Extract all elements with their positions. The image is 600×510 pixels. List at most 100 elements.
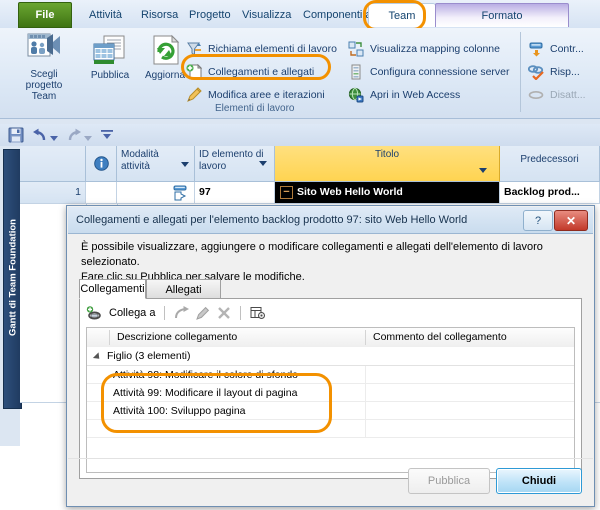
close-icon: ✕ bbox=[565, 213, 577, 228]
undo-icon[interactable] bbox=[32, 127, 48, 143]
configura-connessione-server-command[interactable]: Configura connessione server bbox=[348, 63, 510, 81]
scegli-progetto-team-label: Scegli progetto Team bbox=[25, 69, 63, 102]
scegli-progetto-team-button[interactable]: Scegli progetto Team bbox=[8, 32, 80, 102]
header-commento-del-collegamento[interactable]: Commento del collegamento bbox=[367, 328, 572, 347]
list-item[interactable]: Attività 100: Sviluppo pagina bbox=[87, 402, 574, 420]
tab-risorsa[interactable]: Risorsa bbox=[134, 4, 185, 26]
risp-command[interactable]: Risp... bbox=[528, 63, 580, 81]
tab-visualizza[interactable]: Visualizza bbox=[235, 4, 298, 26]
tab-formato-label: Formato bbox=[481, 9, 523, 22]
links-attachments-icon bbox=[186, 64, 202, 80]
disable-icon bbox=[528, 87, 544, 103]
contr-command[interactable]: Contr... bbox=[528, 40, 584, 58]
customize-qat-icon[interactable] bbox=[100, 127, 114, 143]
redo-icon[interactable] bbox=[66, 127, 82, 143]
modifica-aree-e-iterazioni-label: Modifica aree e iterazioni bbox=[208, 89, 325, 101]
side-tab-label: Gantt di Team Foundation bbox=[7, 219, 18, 336]
row-titolo-cell[interactable]: − Sito Web Hello World bbox=[275, 182, 500, 204]
cell-divider bbox=[365, 402, 366, 420]
tab-allegati[interactable]: Allegati bbox=[146, 279, 221, 299]
expand-triangle-icon[interactable] bbox=[92, 352, 103, 362]
tab-collegamenti[interactable]: Collegamenti bbox=[79, 279, 146, 299]
undo-dropdown-icon[interactable] bbox=[50, 132, 58, 144]
help-button[interactable]: ? bbox=[523, 210, 553, 231]
richiama-elementi-di-lavoro-command[interactable]: Richiama elementi di lavoro bbox=[186, 40, 337, 58]
row-modalita-attivita-cell[interactable] bbox=[117, 182, 195, 204]
column-options-icon[interactable] bbox=[250, 306, 266, 320]
modifica-aree-e-iterazioni-command[interactable]: Modifica aree e iterazioni bbox=[186, 86, 325, 104]
risp-label: Risp... bbox=[550, 66, 580, 78]
tab-visualizza-label: Visualizza bbox=[242, 9, 292, 21]
links-list-header: Descrizione collegamento Commento del co… bbox=[87, 328, 574, 348]
ribbon-group-label: Elementi di lavoro bbox=[215, 103, 295, 114]
cell-divider bbox=[365, 384, 366, 402]
row-id-elemento-cell[interactable]: 97 bbox=[195, 182, 275, 204]
visualizza-mapping-colonne-command[interactable]: Visualizza mapping colonne bbox=[348, 40, 500, 58]
collega-a-label[interactable]: Collega a bbox=[109, 307, 155, 319]
collapse-toggle-icon[interactable]: − bbox=[280, 186, 293, 199]
grid-header-modalita-attivita-label: Modalità attività bbox=[121, 149, 159, 172]
header-divider bbox=[365, 330, 366, 345]
pubblica-button-label: Pubblica bbox=[427, 475, 471, 487]
tab-allegati-label: Allegati bbox=[165, 283, 202, 296]
refresh-icon bbox=[148, 34, 182, 68]
dialog-footer-divider bbox=[68, 458, 593, 459]
dialog-description-line1: È possibile visualizzare, aggiungere o m… bbox=[81, 241, 543, 268]
tab-risorsa-label: Risorsa bbox=[141, 9, 179, 21]
collegamenti-e-allegati-command[interactable]: Collegamenti e allegati bbox=[186, 63, 314, 81]
list-item[interactable]: Attività 98: Modificare il colore di sfo… bbox=[87, 366, 574, 384]
configura-connessione-server-label: Configura connessione server bbox=[370, 66, 510, 78]
toolbar-separator bbox=[240, 306, 242, 320]
header-descrizione-collegamento[interactable]: Descrizione collegamento bbox=[111, 328, 365, 347]
pubblica-button[interactable]: Pubblica bbox=[85, 34, 135, 81]
add-link-icon[interactable] bbox=[86, 305, 103, 321]
redo-dropdown-icon[interactable] bbox=[84, 132, 92, 144]
grid-header-titolo[interactable]: Titolo bbox=[275, 146, 500, 182]
row-info-cell[interactable] bbox=[86, 182, 117, 204]
edit-icon bbox=[196, 306, 211, 320]
list-empty-row[interactable] bbox=[87, 420, 574, 438]
grid-header-predecessori[interactable]: Predecessori bbox=[500, 146, 600, 182]
chevron-down-icon-id[interactable] bbox=[259, 158, 267, 170]
delete-icon bbox=[217, 306, 231, 320]
grid-header-info[interactable] bbox=[86, 146, 117, 182]
tab-progetto[interactable]: Progetto bbox=[182, 4, 238, 26]
table-row[interactable]: 1 97 − Sito Web Hello World Backlog prod… bbox=[20, 182, 600, 204]
publish-icon bbox=[92, 34, 128, 68]
tab-progetto-label: Progetto bbox=[189, 9, 231, 21]
grid-header-predecessori-label: Predecessori bbox=[520, 154, 579, 165]
chevron-down-icon-titolo[interactable] bbox=[479, 165, 487, 177]
tab-team-label: Team bbox=[388, 9, 416, 22]
dialog-tab-panel: Collega a Descrizione collegamento Comme… bbox=[79, 298, 582, 479]
chiudi-button[interactable]: Chiudi bbox=[496, 468, 582, 494]
list-item[interactable]: Attività 99: Modificare il layout di pag… bbox=[87, 384, 574, 402]
open-link-icon bbox=[174, 306, 190, 320]
link-check-icon bbox=[528, 64, 544, 80]
close-button[interactable]: ✕ bbox=[554, 210, 588, 231]
tab-attivita[interactable]: Attività bbox=[82, 4, 129, 26]
apri-in-web-access-command[interactable]: Apri in Web Access bbox=[348, 86, 460, 104]
row-titolo-label: Sito Web Hello World bbox=[297, 186, 403, 198]
list-group-row[interactable]: Figlio (3 elementi) bbox=[87, 347, 574, 366]
disatt-command: Disatt... bbox=[528, 86, 586, 104]
tab-file[interactable]: File bbox=[18, 2, 72, 28]
tab-formato[interactable]: Formato bbox=[435, 3, 569, 27]
save-icon[interactable] bbox=[8, 127, 24, 143]
tab-team[interactable]: Team bbox=[368, 3, 436, 27]
row-predecessori-cell[interactable]: Backlog prod... bbox=[500, 182, 600, 204]
grid-header-id-elemento-di-lavoro[interactable]: ID elemento di lavoro bbox=[195, 146, 275, 182]
dialog-title: Collegamenti e allegati per l'elemento b… bbox=[76, 214, 468, 226]
grid-header-indicator-blank[interactable] bbox=[20, 146, 86, 182]
grid-header-modalita-attivita[interactable]: Modalità attività bbox=[117, 146, 195, 182]
pencil-icon bbox=[186, 87, 202, 103]
chiudi-button-label: Chiudi bbox=[521, 475, 557, 487]
contr-label: Contr... bbox=[550, 43, 584, 55]
pubblica-button-dialog[interactable]: Pubblica bbox=[408, 468, 490, 494]
quick-access-toolbar bbox=[0, 124, 600, 147]
links-list: Descrizione collegamento Commento del co… bbox=[86, 327, 575, 473]
aggiorna-button[interactable]: Aggiorna bbox=[140, 34, 190, 81]
cell-divider bbox=[365, 420, 366, 438]
tab-collegamenti-label: Collegamenti bbox=[80, 283, 145, 295]
chevron-down-icon-modalita[interactable] bbox=[181, 159, 189, 171]
recall-icon bbox=[186, 41, 202, 57]
